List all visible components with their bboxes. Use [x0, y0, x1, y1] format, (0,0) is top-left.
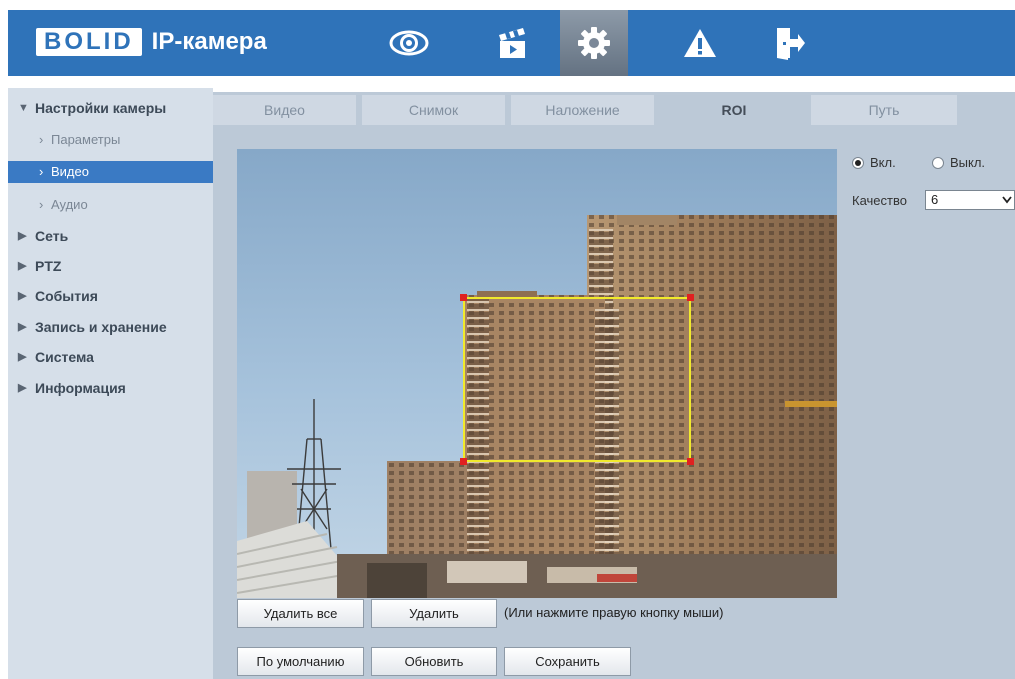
- video-preview[interactable]: [237, 149, 837, 598]
- logout-button[interactable]: [756, 10, 824, 76]
- radio-unselected-indicator: [932, 156, 944, 169]
- save-button[interactable]: Сохранить: [504, 647, 631, 676]
- sidebar-item-label: PTZ: [35, 258, 62, 274]
- settings-button[interactable]: [560, 10, 628, 76]
- quality-value: 6: [931, 192, 939, 207]
- sidebar-item-label: События: [35, 288, 98, 304]
- tab-snapshot[interactable]: Снимок: [362, 95, 505, 125]
- eye-icon: [389, 30, 429, 56]
- top-header: BOLID IP-камера: [8, 10, 1015, 76]
- collapsed-arrow-icon: ▶: [18, 230, 27, 242]
- app-title: IP-камера: [151, 28, 267, 55]
- sidebar-item-label: Запись и хранение: [35, 319, 167, 335]
- tab-roi[interactable]: ROI: [660, 95, 808, 125]
- roi-handle-top-left[interactable]: [460, 294, 467, 301]
- refresh-button[interactable]: Обновить: [371, 647, 497, 676]
- default-button[interactable]: По умолчанию: [237, 647, 364, 676]
- tab-bar: Видео Снимок Наложение ROI Путь: [213, 92, 1015, 125]
- tab-overlay[interactable]: Наложение: [511, 95, 654, 125]
- sidebar-item-recording[interactable]: ▶ Запись и хранение: [8, 315, 213, 339]
- delete-hint-text: (Или нажмите правую кнопку мыши): [504, 605, 724, 620]
- collapsed-arrow-icon: ▶: [18, 290, 27, 302]
- warning-icon: [684, 29, 716, 57]
- sidebar-item-label: Информация: [35, 380, 126, 396]
- roi-region[interactable]: [460, 294, 694, 465]
- main-panel: Видео Снимок Наложение ROI Путь Вкл. Вык…: [213, 92, 1015, 679]
- sidebar-item-info[interactable]: ▶ Информация: [8, 376, 213, 400]
- live-view-button[interactable]: [375, 10, 443, 76]
- sidebar-item-events[interactable]: ▶ События: [8, 284, 213, 308]
- roi-off-label: Выкл.: [950, 155, 986, 170]
- chevron-down-icon: [1002, 196, 1012, 204]
- sidebar-item-label: Сеть: [35, 228, 69, 244]
- sidebar-subitem-label: Параметры: [51, 132, 121, 147]
- roi-handle-bottom-left[interactable]: [460, 458, 467, 465]
- roi-off-radio[interactable]: Выкл.: [932, 155, 985, 170]
- logout-icon: [777, 28, 805, 60]
- delete-all-button[interactable]: Удалить все: [237, 599, 364, 628]
- sidebar-item-camera-settings[interactable]: ▼ Настройки камеры: [8, 96, 213, 120]
- chevron-right-icon: ›: [39, 164, 44, 179]
- sidebar-subitem-label: Видео: [51, 164, 89, 179]
- roi-handle-bottom-right[interactable]: [687, 458, 694, 465]
- sidebar-subitem-audio[interactable]: › Аудио: [8, 194, 213, 216]
- gear-icon: [578, 27, 610, 59]
- expanded-arrow-icon: ▼: [18, 102, 29, 114]
- tab-video[interactable]: Видео: [213, 95, 356, 125]
- chevron-right-icon: ›: [39, 132, 44, 147]
- clapperboard-icon: [499, 28, 525, 58]
- sidebar-item-ptz[interactable]: ▶ PTZ: [8, 254, 213, 278]
- collapsed-arrow-icon: ▶: [18, 260, 27, 272]
- collapsed-arrow-icon: ▶: [18, 382, 27, 394]
- sidebar-item-network[interactable]: ▶ Сеть: [8, 224, 213, 248]
- sidebar-subitem-params[interactable]: › Параметры: [8, 129, 213, 151]
- tab-path[interactable]: Путь: [811, 95, 957, 125]
- collapsed-arrow-icon: ▶: [18, 321, 27, 333]
- roi-handle-top-right[interactable]: [687, 294, 694, 301]
- roi-on-radio[interactable]: Вкл.: [852, 155, 896, 170]
- sidebar-item-label: Система: [35, 349, 94, 365]
- quality-select[interactable]: 6: [925, 190, 1015, 210]
- collapsed-arrow-icon: ▶: [18, 351, 27, 363]
- delete-button[interactable]: Удалить: [371, 599, 497, 628]
- sidebar-item-system[interactable]: ▶ Система: [8, 345, 213, 369]
- sidebar-subitem-video[interactable]: › Видео: [8, 161, 213, 183]
- quality-label: Качество: [852, 193, 907, 208]
- logo: BOLID IP-камера: [36, 27, 267, 57]
- playback-button[interactable]: [478, 10, 546, 76]
- sidebar-item-label: Настройки камеры: [35, 100, 167, 116]
- alarm-button[interactable]: [666, 10, 734, 76]
- chevron-right-icon: ›: [39, 197, 44, 212]
- logo-mark: BOLID: [36, 28, 142, 56]
- sidebar: ▼ Настройки камеры › Параметры › Видео ›…: [8, 88, 213, 679]
- radio-selected-indicator: [852, 156, 864, 169]
- roi-on-label: Вкл.: [870, 155, 896, 170]
- sidebar-subitem-label: Аудио: [51, 197, 88, 212]
